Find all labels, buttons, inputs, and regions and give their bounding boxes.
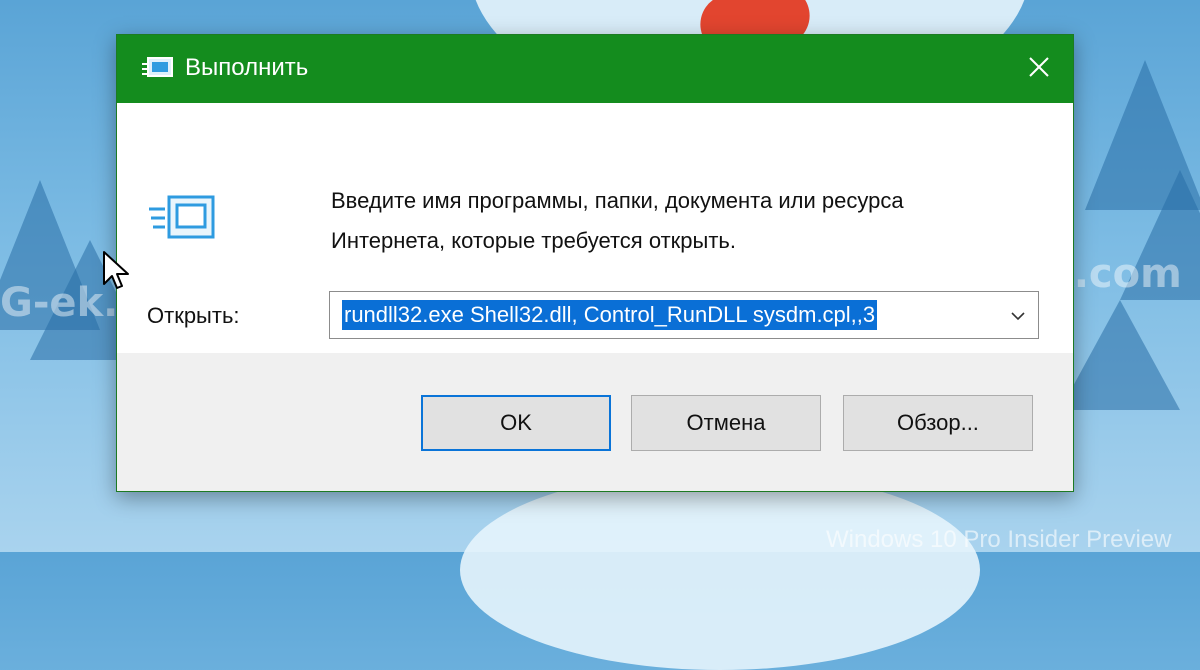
- open-combobox[interactable]: rundll32.exe Shell32.dll, Control_RunDLL…: [329, 291, 1039, 339]
- open-input-value[interactable]: rundll32.exe Shell32.dll, Control_RunDLL…: [342, 300, 878, 330]
- wallpaper-snow-ground: [460, 470, 980, 670]
- dialog-content: Введите имя программы, папки, документа …: [117, 103, 1073, 353]
- dialog-footer: OK Отмена Обзор...: [117, 353, 1073, 491]
- dialog-title: Выполнить: [185, 54, 309, 81]
- prompt-line-2: Интернета, которые требуется открыть.: [331, 228, 736, 253]
- cancel-button[interactable]: Отмена: [631, 395, 821, 451]
- prompt-line-1: Введите имя программы, папки, документа …: [331, 188, 904, 213]
- run-icon: [141, 55, 175, 81]
- close-button[interactable]: [1005, 35, 1073, 103]
- mouse-pointer-icon: [102, 250, 132, 292]
- chevron-down-icon[interactable]: [1008, 306, 1028, 326]
- title-bar[interactable]: Выполнить: [117, 35, 1073, 103]
- open-label: Открыть:: [147, 303, 240, 328]
- wallpaper-tree: [1060, 300, 1180, 410]
- browse-button[interactable]: Обзор...: [843, 395, 1033, 451]
- run-program-icon: [147, 191, 219, 249]
- wallpaper-caption: Windows 10 Pro Insider Preview: [826, 526, 1172, 553]
- close-icon: [1028, 56, 1050, 83]
- run-dialog: Выполнить Введите имя программы, папки, …: [116, 34, 1074, 492]
- ok-button[interactable]: OK: [421, 395, 611, 451]
- prompt-text: Введите имя программы, папки, документа …: [331, 181, 1051, 261]
